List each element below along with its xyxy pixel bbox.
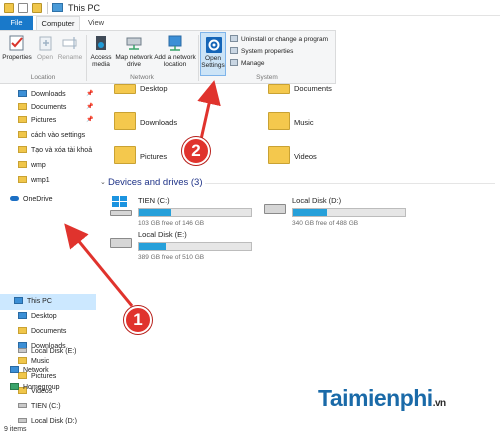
arrow-to-this-pc [64, 223, 134, 307]
status-bar: 9 items [0, 424, 500, 436]
annotation-arrows [64, 80, 221, 307]
arrow-to-open-settings [197, 80, 221, 145]
annotation-badge-1: 1 [124, 306, 152, 334]
annotation-badge-2: 2 [182, 137, 210, 165]
watermark-suffix: .vn [432, 398, 446, 409]
watermark: Taimienphi.vn [318, 385, 446, 412]
watermark-main: Taimienphi [318, 385, 433, 411]
